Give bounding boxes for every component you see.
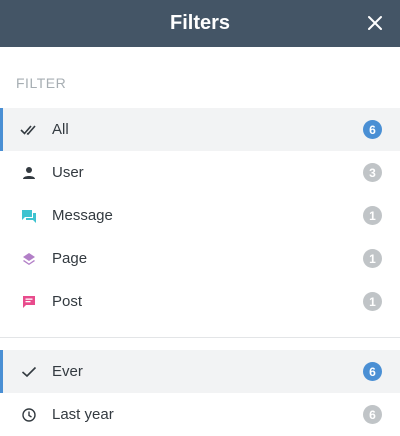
section-divider (0, 337, 400, 338)
filter-section-label: FILTER (16, 75, 67, 91)
count-badge: 1 (363, 292, 382, 311)
time-item-ever[interactable]: Ever 6 (0, 350, 400, 393)
clock-icon (19, 405, 39, 425)
count-badge: 1 (363, 249, 382, 268)
filter-item-page[interactable]: Page 1 (0, 237, 400, 280)
filter-item-all[interactable]: All 6 (0, 108, 400, 151)
count-badge: 6 (363, 362, 382, 381)
count-badge: 6 (363, 405, 382, 424)
time-filter-list: Ever 6 Last year 6 (0, 350, 400, 436)
filters-header: Filters (0, 0, 400, 47)
check-icon (19, 362, 39, 382)
filter-item-label: Post (52, 293, 83, 310)
filter-item-label: All (52, 121, 69, 138)
time-item-label: Last year (52, 406, 114, 423)
filter-item-label: Page (52, 250, 88, 267)
filter-item-message[interactable]: Message 1 (0, 194, 400, 237)
filter-item-post[interactable]: Post 1 (0, 280, 400, 323)
close-button[interactable] (364, 12, 386, 34)
filter-item-user[interactable]: User 3 (0, 151, 400, 194)
filter-item-label: User (52, 164, 84, 181)
count-badge: 6 (363, 120, 382, 139)
message-icon (19, 206, 39, 226)
header-title: Filters (169, 12, 231, 34)
time-item-last-year[interactable]: Last year 6 (0, 393, 400, 436)
count-badge: 1 (363, 206, 382, 225)
user-icon (19, 163, 39, 183)
filter-item-label: Message (52, 207, 113, 224)
double-check-icon (19, 120, 39, 140)
count-badge: 3 (363, 163, 382, 182)
layers-icon (19, 249, 39, 269)
filter-list: All 6 User 3 Message 1 Page 1 Post 1 (0, 108, 400, 323)
time-item-label: Ever (52, 363, 83, 380)
comment-icon (19, 292, 39, 312)
close-icon (368, 16, 382, 30)
